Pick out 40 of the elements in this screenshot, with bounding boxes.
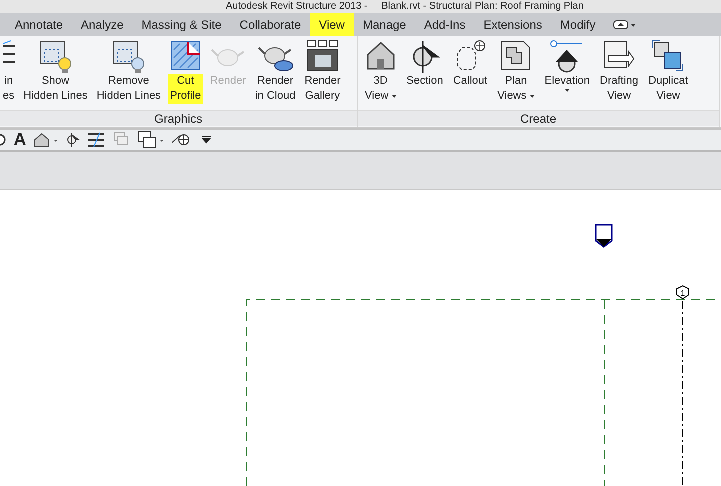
elevation-marker-icon bbox=[550, 40, 584, 74]
ribbon-button[interactable]: Show Hidden Lines bbox=[20, 40, 91, 104]
elevation-marker bbox=[595, 224, 613, 248]
ribbon-button[interactable]: Drafting View bbox=[597, 40, 642, 104]
ribbon-tab[interactable]: Collaborate bbox=[230, 13, 310, 36]
window-title: Autodesk Revit Structure 2013 - Blank.rvt - Structural Plan: Roof Framing Plan bbox=[0, 0, 721, 13]
ribbon-button[interactable]: Plan Views bbox=[494, 40, 538, 104]
dropdown-icon[interactable] bbox=[202, 136, 212, 144]
window-switch-icon[interactable] bbox=[138, 131, 164, 149]
ribbon-tab[interactable]: Analyze bbox=[72, 13, 133, 36]
ribbon-tab[interactable]: Massing & Site bbox=[132, 13, 231, 36]
section-marker-icon[interactable] bbox=[66, 132, 80, 148]
ribbon-button[interactable]: Section bbox=[404, 40, 446, 89]
gallery-icon bbox=[306, 40, 339, 74]
ribbon-tab[interactable]: Extensions bbox=[474, 13, 552, 36]
ribbon-button[interactable]: Cut Profile bbox=[167, 40, 204, 104]
ribbon-button[interactable]: Elevation bbox=[542, 40, 594, 92]
duplicate-icon bbox=[652, 40, 684, 74]
panel-title: Create bbox=[358, 110, 719, 126]
window-bulb-icon bbox=[112, 40, 146, 74]
panel-toggle-icon bbox=[612, 20, 637, 30]
ribbon-button[interactable]: Render in Cloud bbox=[252, 40, 299, 104]
thin-lines-icon[interactable] bbox=[88, 132, 106, 148]
ribbon-button[interactable]: Remove Hidden Lines bbox=[94, 40, 164, 104]
ribbon-button[interactable]: Callout bbox=[450, 40, 491, 89]
grid-label: 1 bbox=[680, 289, 686, 298]
ribbon-tab[interactable]: Add-Ins bbox=[415, 13, 475, 36]
ribbon-button[interactable]: in es bbox=[0, 40, 18, 104]
ribbon-tab[interactable]: View bbox=[310, 13, 354, 36]
window-bulb-icon bbox=[38, 40, 73, 74]
ribbon-button[interactable]: 3D View bbox=[362, 40, 400, 104]
ribbon-button[interactable]: Render Gallery bbox=[302, 40, 344, 104]
panel-title: Graphics bbox=[0, 110, 357, 126]
ribbon-tab[interactable]: Modify bbox=[551, 13, 605, 36]
ribbon-tab[interactable]: Annotate bbox=[6, 13, 72, 36]
text-tool-button[interactable]: A bbox=[14, 130, 26, 150]
house-icon[interactable] bbox=[34, 132, 58, 148]
ribbon-button[interactable]: Duplicat View bbox=[646, 40, 692, 104]
grid-bubble bbox=[676, 285, 690, 300]
ribbon-tab[interactable]: Manage bbox=[354, 13, 416, 36]
